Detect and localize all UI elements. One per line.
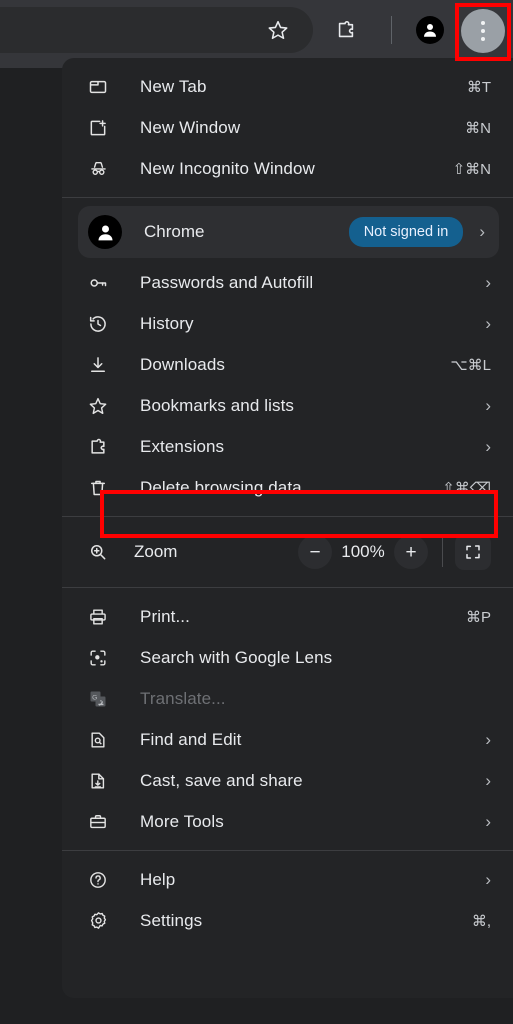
menu-item-label: Translate... <box>140 689 491 709</box>
help-icon <box>88 870 114 890</box>
download-icon <box>88 355 114 375</box>
menu-item-downloads[interactable]: Downloads ⌥⌘L <box>62 344 513 385</box>
menu-item-shortcut: ⇧⌘N <box>453 160 491 178</box>
menu-item-zoom: Zoom − 100% + <box>62 525 513 579</box>
menu-item-shortcut: ⌥⌘L <box>450 356 491 374</box>
chevron-right-icon: › <box>485 315 491 332</box>
menu-item-shortcut: ⇧⌘⌫ <box>442 479 491 497</box>
three-dot-menu-icon[interactable] <box>461 9 505 53</box>
zoom-level-value: 100% <box>332 542 394 562</box>
menu-item-extensions[interactable]: Extensions › <box>62 426 513 467</box>
menu-item-label: Bookmarks and lists <box>140 396 485 416</box>
menu-item-label: New Window <box>140 118 465 138</box>
profile-label: Chrome <box>144 222 349 242</box>
key-icon <box>88 273 114 293</box>
menu-item-cast-save-and-share[interactable]: Cast, save and share › <box>62 760 513 801</box>
menu-item-label: New Tab <box>140 77 467 97</box>
three-dot-glyph <box>481 21 485 41</box>
toolbox-icon <box>88 812 114 832</box>
find-edit-icon <box>88 730 114 750</box>
printer-icon <box>88 607 114 627</box>
menu-separator <box>62 587 513 588</box>
menu-item-label: Print... <box>140 607 466 627</box>
zoom-divider <box>442 537 443 567</box>
google-lens-icon <box>88 648 114 668</box>
menu-item-bookmarks-and-lists[interactable]: Bookmarks and lists › <box>62 385 513 426</box>
menu-item-settings[interactable]: Settings ⌘, <box>62 900 513 941</box>
settings-gear-icon <box>88 910 114 931</box>
menu-item-label: Find and Edit <box>140 730 485 750</box>
menu-item-help[interactable]: Help › <box>62 859 513 900</box>
menu-item-history[interactable]: History › <box>62 303 513 344</box>
profile-avatar-icon <box>88 215 122 249</box>
menu-item-shortcut: ⌘T <box>467 78 491 96</box>
chevron-right-icon: › <box>479 222 485 242</box>
trash-icon <box>88 478 114 498</box>
menu-group-help-settings: Help › Settings ⌘, <box>62 859 513 941</box>
menu-separator <box>62 197 513 198</box>
chevron-right-icon: › <box>485 813 491 830</box>
menu-item-label: Delete browsing data... <box>140 478 442 498</box>
new-window-icon <box>88 118 114 138</box>
menu-separator <box>62 516 513 517</box>
zoom-in-button[interactable]: + <box>394 535 428 569</box>
bookmark-star-icon <box>88 396 114 416</box>
toolbar-divider <box>391 16 392 44</box>
incognito-icon <box>88 158 114 179</box>
translate-icon: G <box>88 689 114 709</box>
menu-group-browsing: Passwords and Autofill › History › <box>62 262 513 508</box>
status-badge: Not signed in <box>349 217 464 247</box>
chevron-right-icon: › <box>485 871 491 888</box>
chevron-right-icon: › <box>485 731 491 748</box>
svg-text:G: G <box>92 694 97 701</box>
profile-avatar-icon[interactable] <box>408 8 452 52</box>
zoom-magnifier-icon <box>88 542 108 562</box>
menu-item-label: Cast, save and share <box>140 771 485 791</box>
extensions-puzzle-icon <box>88 437 114 457</box>
menu-item-new-incognito-window[interactable]: New Incognito Window ⇧⌘N <box>62 148 513 189</box>
menu-item-new-window[interactable]: New Window ⌘N <box>62 107 513 148</box>
zoom-out-button[interactable]: − <box>298 535 332 569</box>
history-icon <box>88 314 114 334</box>
menu-item-more-tools[interactable]: More Tools › <box>62 801 513 842</box>
menu-group-tools: Print... ⌘P Search with Google Lens <box>62 596 513 842</box>
menu-item-shortcut: ⌘N <box>465 119 491 137</box>
menu-item-label: Help <box>140 870 485 890</box>
chevron-right-icon: › <box>485 438 491 455</box>
chevron-right-icon: › <box>485 772 491 789</box>
menu-item-passwords-and-autofill[interactable]: Passwords and Autofill › <box>62 262 513 303</box>
new-tab-icon <box>88 77 114 97</box>
menu-item-label: Search with Google Lens <box>140 648 491 668</box>
menu-item-print[interactable]: Print... ⌘P <box>62 596 513 637</box>
menu-item-label: More Tools <box>140 812 485 832</box>
menu-item-search-with-google-lens[interactable]: Search with Google Lens <box>62 637 513 678</box>
menu-item-label: Passwords and Autofill <box>140 273 485 293</box>
menu-item-translate: G Translate... <box>62 678 513 719</box>
menu-item-shortcut: ⌘P <box>466 608 491 626</box>
menu-item-delete-browsing-data[interactable]: Delete browsing data... ⇧⌘⌫ <box>62 467 513 508</box>
menu-separator <box>62 850 513 851</box>
zoom-label: Zoom <box>134 542 298 562</box>
menu-item-shortcut: ⌘, <box>472 912 491 930</box>
cast-save-icon <box>88 771 114 791</box>
menu-item-label: History <box>140 314 485 334</box>
chevron-right-icon: › <box>485 397 491 414</box>
extensions-puzzle-icon[interactable] <box>324 8 368 52</box>
menu-item-find-and-edit[interactable]: Find and Edit › <box>62 719 513 760</box>
menu-item-label: New Incognito Window <box>140 159 453 179</box>
menu-item-label: Settings <box>140 911 472 931</box>
menu-group-new: New Tab ⌘T New Window ⌘N <box>62 66 513 189</box>
chevron-right-icon: › <box>485 274 491 291</box>
fullscreen-icon[interactable] <box>455 534 491 570</box>
menu-item-label: Extensions <box>140 437 485 457</box>
menu-item-chrome-profile[interactable]: Chrome Not signed in › <box>78 206 499 258</box>
menu-item-new-tab[interactable]: New Tab ⌘T <box>62 66 513 107</box>
chrome-main-menu: New Tab ⌘T New Window ⌘N <box>62 58 513 998</box>
menu-item-label: Downloads <box>140 355 450 375</box>
browser-window: New Tab ⌘T New Window ⌘N <box>0 0 513 1024</box>
star-icon[interactable] <box>256 8 300 52</box>
